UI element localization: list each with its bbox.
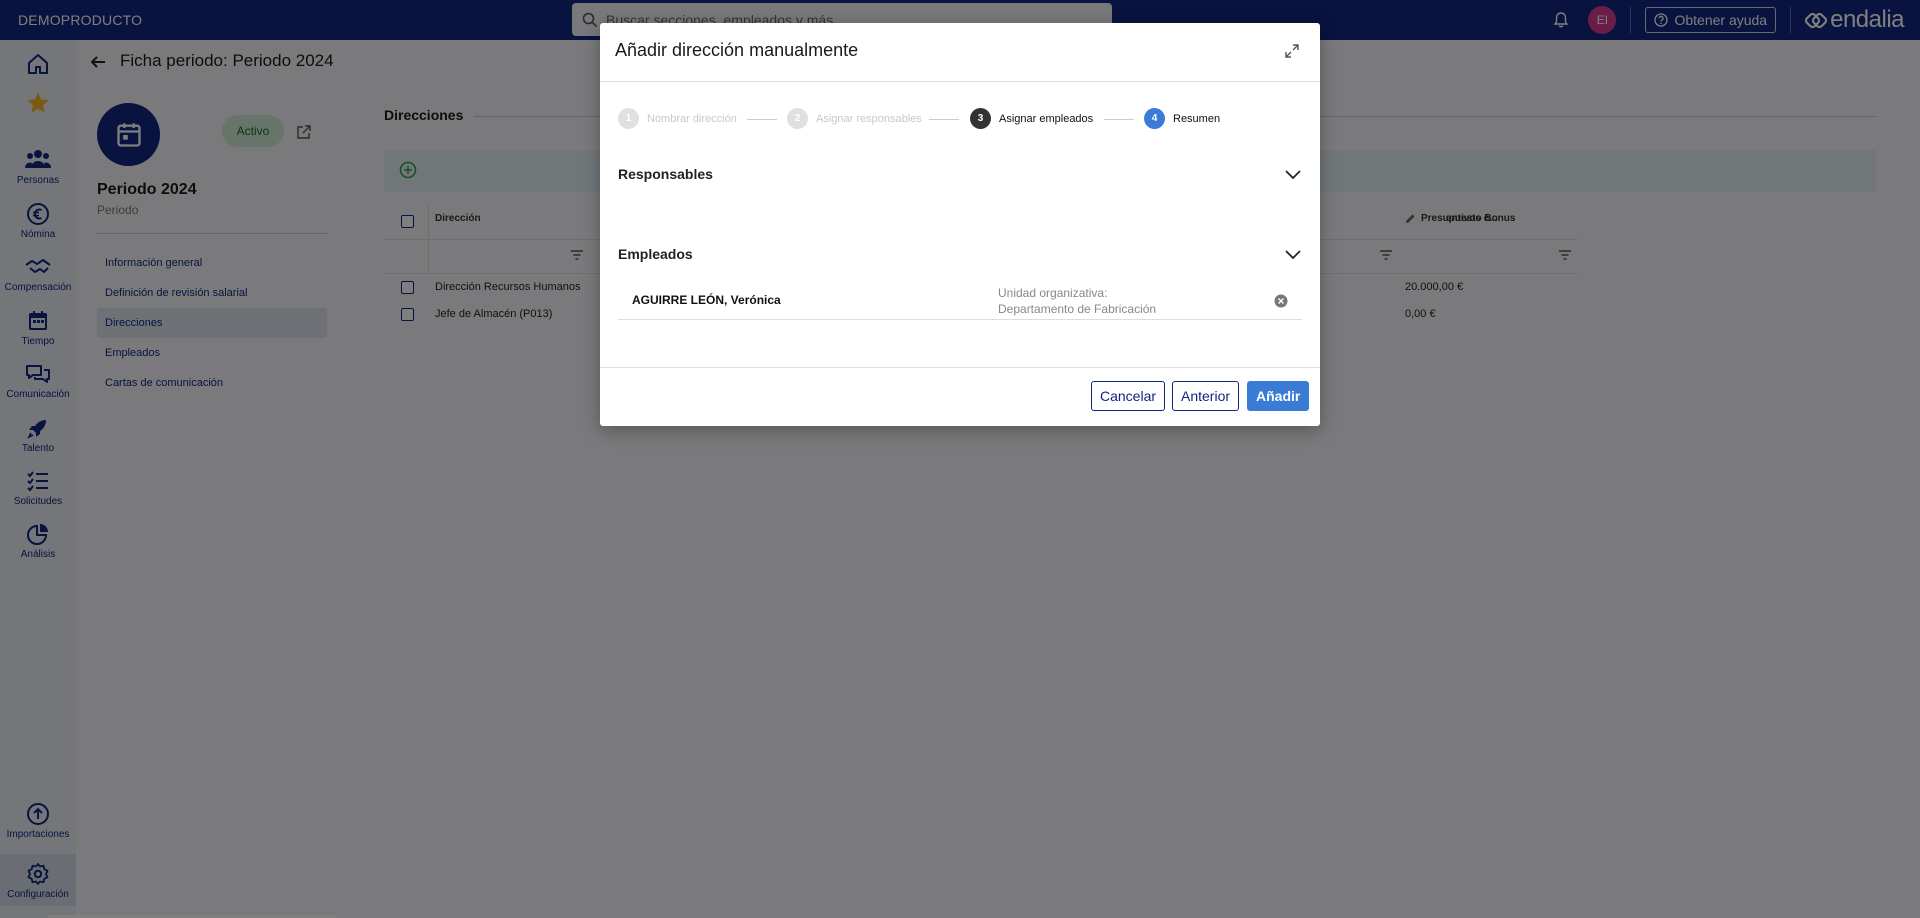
unit-value: Departamento de Fabricación: [998, 302, 1157, 316]
cancel-button[interactable]: Cancelar: [1091, 381, 1166, 411]
add-button[interactable]: Añadir: [1247, 381, 1310, 411]
step-2[interactable]: 2 Asignar responsables: [787, 108, 922, 129]
step-number: 2: [787, 108, 808, 129]
step-label: Resumen: [1173, 112, 1221, 125]
divider: [600, 367, 1320, 368]
employee-unit: Unidad organizativa: Departamento de Fab…: [998, 285, 1156, 317]
employee-row: AGUIRRE LEÓN, Verónica Unidad organizati…: [618, 284, 1302, 320]
step-3[interactable]: 3 Asignar empleados: [970, 108, 1093, 129]
previous-button[interactable]: Anterior: [1172, 381, 1240, 411]
dialog-title: Añadir dirección manualmente: [615, 40, 859, 60]
step-number: 1: [618, 108, 639, 129]
step-label: Asignar empleados: [999, 112, 1094, 125]
step-connector: [929, 119, 959, 120]
expand-icon[interactable]: [1284, 43, 1300, 59]
add-direction-dialog: Añadir dirección manualmente 1 Nombrar d…: [600, 23, 1320, 426]
step-label: Asignar responsables: [816, 112, 922, 125]
chevron-down-icon: [1285, 170, 1301, 180]
wizard-stepper: 1 Nombrar dirección 2 Asignar responsabl…: [618, 108, 1318, 132]
remove-icon[interactable]: [1274, 294, 1288, 308]
accordion-title: Empleados: [618, 246, 693, 262]
accordion-title: Responsables: [618, 166, 713, 182]
step-connector: [1104, 119, 1134, 120]
step-4[interactable]: 4 Resumen: [1144, 108, 1220, 129]
accordion-responsables[interactable]: Responsables: [618, 159, 1302, 189]
step-label: Nombrar dirección: [647, 112, 737, 125]
step-number: 4: [1144, 108, 1165, 129]
step-number: 3: [970, 108, 991, 129]
chevron-down-icon: [1285, 250, 1301, 260]
divider: [600, 81, 1320, 82]
employee-name: AGUIRRE LEÓN, Verónica: [632, 293, 781, 307]
accordion-empleados[interactable]: Empleados: [618, 239, 1302, 269]
step-connector: [747, 119, 777, 120]
step-1[interactable]: 1 Nombrar dirección: [618, 108, 737, 129]
unit-label: Unidad organizativa:: [998, 286, 1108, 300]
